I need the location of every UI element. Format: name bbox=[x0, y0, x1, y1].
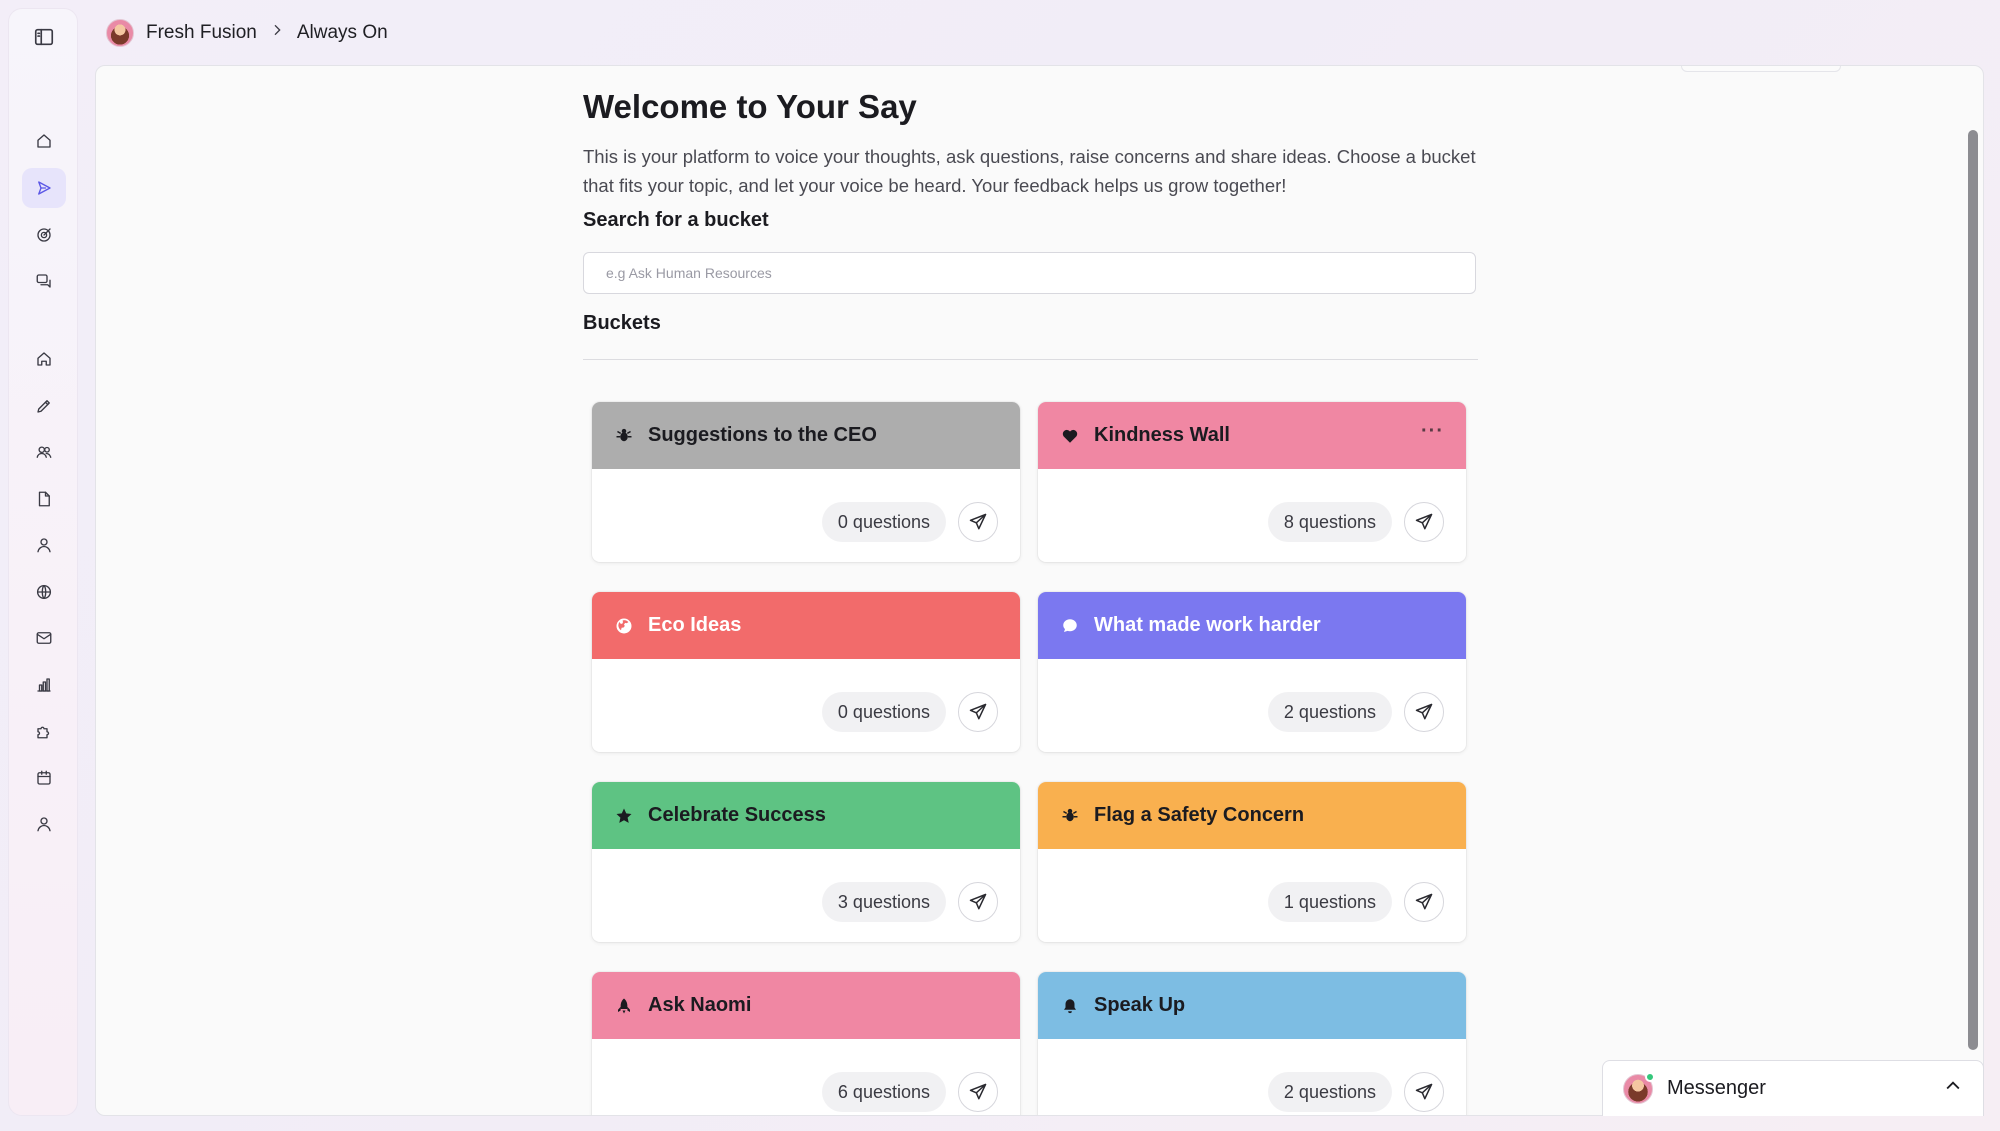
page-title: Welcome to Your Say bbox=[583, 88, 917, 125]
bucket-name: What made work harder bbox=[1094, 614, 1321, 636]
puzzle-icon[interactable] bbox=[30, 717, 58, 745]
bucket-card-eco-ideas[interactable]: Eco Ideas 0 questions bbox=[592, 592, 1020, 752]
bucket-card-header[interactable]: Speak Up bbox=[1038, 972, 1466, 1039]
calendar-icon[interactable] bbox=[30, 764, 58, 792]
question-count: 6 questions bbox=[821, 1072, 946, 1112]
online-status-dot bbox=[1645, 1071, 1655, 1082]
avatar[interactable] bbox=[106, 19, 134, 47]
send-icon[interactable] bbox=[958, 1072, 998, 1112]
main-panel: Welcome to Your Say This is your platfor… bbox=[95, 65, 1984, 1116]
buckets-heading: Buckets bbox=[583, 312, 661, 334]
globe-icon bbox=[614, 616, 634, 636]
search-label: Search for a bucket bbox=[583, 209, 769, 231]
user-icon[interactable] bbox=[30, 531, 58, 559]
question-count: 3 questions bbox=[821, 882, 946, 922]
breadcrumb-page: Always On bbox=[296, 22, 388, 43]
search-input[interactable] bbox=[583, 252, 1476, 294]
chat-icon[interactable] bbox=[30, 267, 58, 295]
globe-icon[interactable] bbox=[30, 578, 58, 606]
bucket-card-header[interactable]: Celebrate Success bbox=[592, 782, 1020, 849]
users-icon[interactable] bbox=[30, 438, 58, 466]
bug-icon bbox=[1060, 806, 1080, 826]
bucket-name: Eco Ideas bbox=[648, 614, 742, 636]
bucket-card-header[interactable]: What made work harder bbox=[1038, 592, 1466, 659]
home-icon[interactable] bbox=[30, 345, 58, 373]
question-count: 0 questions bbox=[821, 692, 946, 732]
bucket-card-celebrate-success[interactable]: Celebrate Success 3 questions bbox=[592, 782, 1020, 942]
more-options-icon[interactable]: ··· bbox=[1421, 420, 1444, 443]
mail-icon[interactable] bbox=[30, 624, 58, 652]
pencil-icon[interactable] bbox=[30, 392, 58, 420]
chevron-right-icon bbox=[269, 22, 285, 44]
avatar bbox=[1623, 1071, 1655, 1104]
send-icon[interactable] bbox=[958, 882, 998, 922]
rocket-icon bbox=[614, 996, 634, 1016]
send-icon[interactable] bbox=[958, 502, 998, 542]
question-count: 8 questions bbox=[1267, 502, 1392, 542]
bucket-card-suggestions-to-the-ceo[interactable]: Suggestions to the CEO 0 questions bbox=[592, 402, 1020, 562]
document-icon[interactable] bbox=[30, 485, 58, 513]
chevron-up-icon[interactable] bbox=[1943, 1076, 1963, 1101]
bug-icon bbox=[614, 426, 634, 446]
breadcrumb-org[interactable]: Fresh Fusion bbox=[146, 22, 257, 44]
scrollbar-thumb[interactable] bbox=[1968, 130, 1978, 1050]
bucket-card-speak-up[interactable]: Speak Up 2 questions bbox=[1038, 972, 1466, 1115]
chat-bubble-icon bbox=[1060, 616, 1080, 636]
bucket-card-kindness-wall[interactable]: Kindness Wall ··· 8 questions bbox=[1038, 402, 1466, 562]
send-icon[interactable] bbox=[1404, 502, 1444, 542]
messenger-label: Messenger bbox=[1667, 1077, 1766, 1099]
bell-icon bbox=[1060, 996, 1080, 1016]
bucket-card-header[interactable]: Ask Naomi bbox=[592, 972, 1020, 1039]
top-tab bbox=[1681, 66, 1841, 72]
breadcrumb: Fresh Fusion Always On bbox=[106, 18, 388, 48]
question-count: 1 questions bbox=[1267, 882, 1392, 922]
bucket-name: Kindness Wall bbox=[1094, 424, 1230, 446]
sidebar bbox=[8, 8, 78, 1116]
profile-icon[interactable] bbox=[30, 810, 58, 838]
send-icon[interactable] bbox=[22, 168, 66, 208]
send-icon[interactable] bbox=[1404, 882, 1444, 922]
bar-chart-icon[interactable] bbox=[30, 671, 58, 699]
panel-toggle-icon[interactable] bbox=[30, 23, 58, 51]
intro-text: This is your platform to voice your thou… bbox=[583, 146, 1476, 196]
heart-icon bbox=[1060, 426, 1080, 446]
divider bbox=[583, 359, 1478, 360]
bucket-card-what-made-work-harder[interactable]: What made work harder 2 questions bbox=[1038, 592, 1466, 752]
bucket-name: Suggestions to the CEO bbox=[648, 424, 877, 446]
bucket-card-flag-a-safety-concern[interactable]: Flag a Safety Concern 1 questions bbox=[1038, 782, 1466, 942]
bucket-name: Speak Up bbox=[1094, 994, 1186, 1016]
question-count: 2 questions bbox=[1267, 692, 1392, 732]
send-icon[interactable] bbox=[1404, 1072, 1444, 1112]
bucket-card-ask-naomi[interactable]: Ask Naomi 6 questions bbox=[592, 972, 1020, 1115]
send-icon[interactable] bbox=[1404, 692, 1444, 732]
bucket-card-header[interactable]: Kindness Wall ··· bbox=[1038, 402, 1466, 469]
home-icon[interactable] bbox=[30, 127, 58, 155]
question-count: 2 questions bbox=[1267, 1072, 1392, 1112]
bucket-card-header[interactable]: Suggestions to the CEO bbox=[592, 402, 1020, 469]
bucket-card-header[interactable]: Eco Ideas bbox=[592, 592, 1020, 659]
bucket-card-header[interactable]: Flag a Safety Concern bbox=[1038, 782, 1466, 849]
messenger-bar[interactable]: Messenger bbox=[1602, 1060, 1984, 1116]
star-icon bbox=[614, 806, 634, 826]
target-icon[interactable] bbox=[30, 221, 58, 249]
bucket-name: Flag a Safety Concern bbox=[1094, 804, 1305, 826]
bucket-name: Celebrate Success bbox=[648, 804, 826, 826]
bucket-name: Ask Naomi bbox=[648, 994, 752, 1016]
send-icon[interactable] bbox=[958, 692, 998, 732]
question-count: 0 questions bbox=[821, 502, 946, 542]
